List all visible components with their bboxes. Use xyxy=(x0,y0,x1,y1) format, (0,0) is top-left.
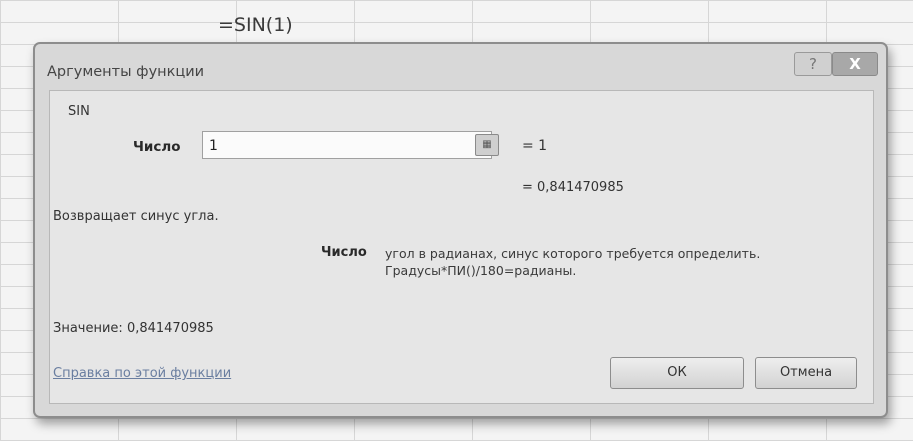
function-description: Возвращает синус угла. xyxy=(53,209,219,224)
argument-value-preview: = 1 xyxy=(522,138,548,154)
function-name: SIN xyxy=(68,104,90,119)
close-button[interactable]: X xyxy=(832,52,878,76)
cancel-button[interactable]: Отмена xyxy=(755,357,857,389)
formula-text: =SIN(1) xyxy=(218,14,293,36)
help-button[interactable]: ? xyxy=(794,52,832,76)
argument-help-line1: угол в радианах, синус которого требуетс… xyxy=(385,246,761,261)
function-arguments-dialog: Аргументы функции ? X SIN Число 1 ▦ = 1 … xyxy=(33,42,888,418)
argument-help-line2: Градусы*ПИ()/180=радианы. xyxy=(385,263,577,278)
result-preview: = 0,841470985 xyxy=(522,180,624,195)
argument-input[interactable]: 1 xyxy=(202,131,492,159)
argument-label: Число xyxy=(133,139,181,155)
argument-help-text: угол в радианах, синус которого требуетс… xyxy=(385,245,865,279)
collapse-dialog-icon[interactable]: ▦ xyxy=(475,134,499,156)
dialog-title: Аргументы функции xyxy=(47,64,205,80)
ok-button[interactable]: ОК xyxy=(610,357,744,389)
dialog-body: SIN Число 1 ▦ = 1 = 0,841470985 Возвраща… xyxy=(49,90,874,404)
argument-help-label: Число xyxy=(321,245,367,260)
result-value: Значение: 0,841470985 xyxy=(53,321,214,336)
function-help-link[interactable]: Справка по этой функции xyxy=(53,366,231,381)
dialog-titlebar[interactable]: Аргументы функции ? X xyxy=(35,44,886,90)
